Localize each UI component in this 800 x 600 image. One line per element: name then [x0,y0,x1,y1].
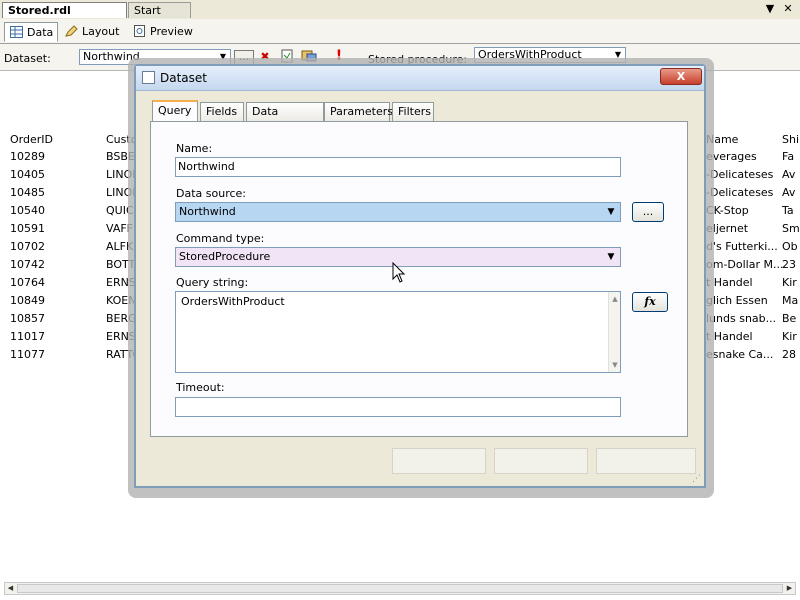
tab-query[interactable]: Query [152,100,198,122]
table-cell: 11017 [10,330,45,343]
dialog-title: Dataset [160,71,207,85]
designer-view-tabs: Data Layout Preview [0,19,800,44]
tab-data-label: Data [27,26,54,39]
name-input[interactable]: Northwind [175,157,621,177]
table-cell: d's Futterki... [706,240,778,253]
table-cell: 10289 [10,150,45,163]
query-vertical-scrollbar[interactable]: ▲ ▼ [608,292,620,372]
query-string-textarea[interactable]: OrdersWithProduct ▲ ▼ [175,291,621,373]
query-string-value: OrdersWithProduct [181,295,285,308]
table-cell: 11077 [10,348,45,361]
table-cell: esnake Ca... [706,348,774,361]
query-tab-panel: Name: Northwind Data source: Northwind ▼… [150,121,688,437]
dataset-label: Dataset: [4,52,51,65]
chevron-down-icon: ▼ [607,252,615,262]
tab-data-options[interactable]: Data Options [246,102,324,136]
dialog-title-bar[interactable]: Dataset X [136,66,704,91]
dataset-dialog: Dataset X Query Fields Data Options Para… [134,64,706,488]
table-cell: 10849 [10,294,45,307]
document-tab-strip: Stored.rdl [Design]* Start Page ▼ ✕ [0,0,800,32]
tab-layout-label: Layout [82,25,120,38]
timeout-label: Timeout: [176,381,225,394]
table-cell: Ob [782,240,798,253]
tab-list-dropdown-icon[interactable]: ▼ [763,2,777,16]
table-cell: 10540 [10,204,45,217]
dialog-button-placeholder [596,448,696,474]
table-cell: Av [782,168,796,181]
mouse-cursor-icon [392,262,406,283]
doc-tab-stored-rdl[interactable]: Stored.rdl [Design]* [2,2,127,32]
table-cell: Fa [782,150,795,163]
scroll-down-icon[interactable]: ▼ [609,360,621,370]
table-cell: Av [782,186,796,199]
table-cell: 10485 [10,186,45,199]
dialog-button-placeholder [392,448,486,474]
table-cell: Kir [782,330,797,343]
scroll-left-icon[interactable]: ◀ [5,583,16,594]
tab-layout[interactable]: Layout [60,22,124,42]
dialog-button-placeholder [494,448,588,474]
tab-filters[interactable]: Filters [392,102,434,121]
tab-fields[interactable]: Fields [200,102,244,121]
data-grid-icon [10,26,23,38]
table-cell: Ma [782,294,799,307]
table-cell: Sm [782,222,800,235]
table-cell: 10405 [10,168,45,181]
expression-fx-button[interactable]: fx [632,292,668,312]
scroll-thumb[interactable] [17,584,783,593]
data-source-combo[interactable]: Northwind ▼ [175,202,621,222]
timeout-input[interactable] [175,397,621,417]
query-string-label: Query string: [176,276,249,289]
table-cell: 23 [782,258,796,271]
preview-icon [134,25,145,37]
table-cell: 28 [782,348,796,361]
table-cell: 10742 [10,258,45,271]
table-cell: glich Essen [706,294,768,307]
table-cell: -Delicateses [706,168,774,181]
doc-tab-start-page[interactable]: Start Page [128,2,191,32]
name-label: Name: [176,142,213,155]
table-cell: 10764 [10,276,45,289]
table-cell: -Delicateses [706,186,774,199]
close-document-icon[interactable]: ✕ [781,2,795,16]
column-header-orderid: OrderID [10,133,53,146]
command-type-label: Command type: [176,232,265,245]
layout-icon [65,25,78,37]
scroll-right-icon[interactable]: ▶ [784,583,795,594]
table-cell: Ta [782,204,794,217]
table-cell: om-Dollar M... [706,258,784,271]
scroll-up-icon[interactable]: ▲ [609,294,621,304]
resize-grip-icon[interactable]: ⋰ [692,474,702,484]
command-type-value: StoredProcedure [179,250,271,263]
data-source-label: Data source: [176,187,246,200]
table-cell: 10591 [10,222,45,235]
tab-preview-label: Preview [150,25,193,38]
horizontal-scrollbar[interactable]: ◀ ▶ [4,582,796,595]
data-source-value: Northwind [179,205,236,218]
close-dialog-button[interactable]: X [660,68,702,85]
tab-parameters[interactable]: Parameters [324,102,393,121]
table-cell: Kir [782,276,797,289]
chevron-down-icon: ▼ [607,207,615,217]
tab-preview[interactable]: Preview [128,22,194,42]
table-cell: 10702 [10,240,45,253]
table-cell: 10857 [10,312,45,325]
dataset-window-icon [142,71,155,84]
table-cell: Be [782,312,797,325]
column-header-ship: Shi [782,133,800,146]
tab-data[interactable]: Data [4,22,58,42]
table-cell: lunds snab... [706,312,777,325]
edit-data-source-button[interactable]: ... [632,202,664,222]
